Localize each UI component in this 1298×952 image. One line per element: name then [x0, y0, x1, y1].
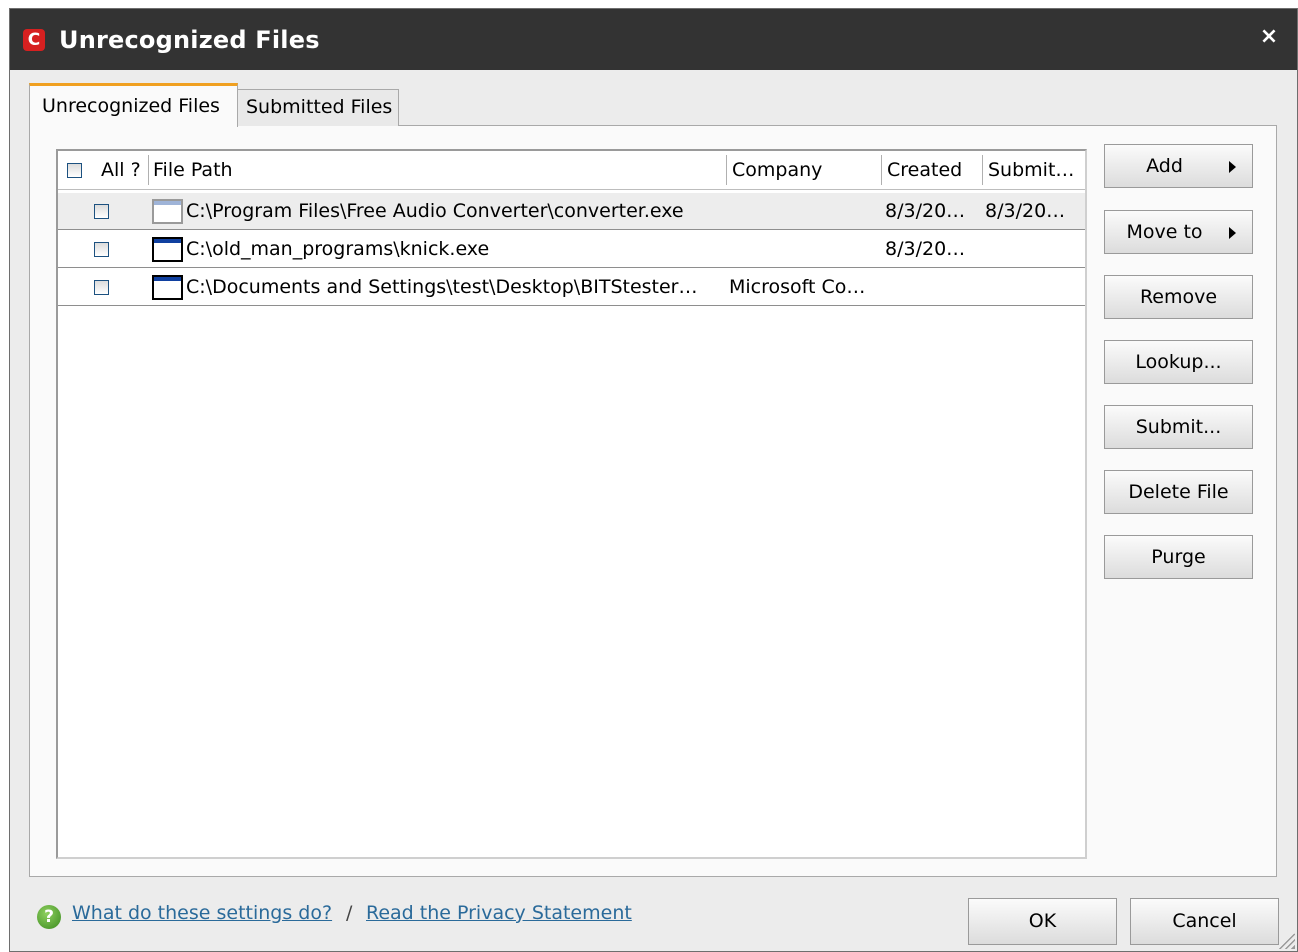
cell-submitted [985, 269, 1083, 306]
purge-button[interactable]: Purge [1104, 535, 1253, 579]
close-icon[interactable]: × [1257, 25, 1281, 49]
tab-submitted-files[interactable]: Submitted Files [236, 89, 399, 126]
row-checkbox[interactable] [94, 204, 109, 219]
table-row[interactable]: C:\Documents and Settings\test\Desktop\B… [58, 269, 1085, 306]
link-separator: / [346, 902, 353, 924]
help-icon[interactable]: ? [37, 905, 61, 929]
table-row[interactable]: C:\old_man_programs\knick.exe 8/3/20… [58, 231, 1085, 268]
application-file-icon [152, 275, 183, 300]
lookup-button[interactable]: Lookup... [1104, 340, 1253, 384]
select-all-checkbox[interactable] [67, 163, 82, 178]
window-title: Unrecognized Files [59, 26, 320, 54]
column-divider[interactable] [148, 155, 149, 185]
cancel-button[interactable]: Cancel [1130, 898, 1279, 945]
ok-button[interactable]: OK [968, 898, 1117, 945]
cell-company [729, 231, 879, 268]
header-select-all[interactable]: All ? [101, 151, 146, 189]
move-to-button[interactable]: Move to [1104, 210, 1253, 254]
tab-unrecognized-files[interactable]: Unrecognized Files [29, 83, 238, 127]
header-file-path[interactable]: File Path [153, 151, 723, 189]
add-button[interactable]: Add [1104, 144, 1253, 188]
application-file-icon [152, 199, 183, 224]
privacy-link[interactable]: Read the Privacy Statement [366, 902, 632, 924]
tab-panel: All ? File Path Company Created Submit… … [29, 125, 1277, 877]
header-company[interactable]: Company [732, 151, 877, 189]
cell-file-path: C:\old_man_programs\knick.exe [186, 238, 490, 260]
move-to-button-label: Move to [1126, 221, 1203, 243]
header-submitted[interactable]: Submit… [988, 151, 1083, 189]
unrecognized-files-dialog: C Unrecognized Files × Unrecognized File… [9, 8, 1298, 952]
list-header: All ? File Path Company Created Submit… [58, 151, 1085, 190]
cell-created [885, 269, 983, 306]
header-created[interactable]: Created [887, 151, 982, 189]
comodo-logo-icon: C [23, 29, 45, 51]
cell-file-path: C:\Program Files\Free Audio Converter\co… [186, 200, 684, 222]
cell-company: Microsoft Co… [729, 276, 866, 298]
column-divider[interactable] [726, 155, 727, 185]
row-checkbox[interactable] [94, 280, 109, 295]
add-button-label: Add [1146, 155, 1183, 177]
resize-grip-icon[interactable] [1279, 933, 1295, 949]
submenu-arrow-icon [1229, 227, 1236, 239]
row-checkbox[interactable] [94, 242, 109, 257]
cell-submitted [985, 231, 1083, 268]
submit-button[interactable]: Submit... [1104, 405, 1253, 449]
file-list[interactable]: All ? File Path Company Created Submit… … [56, 149, 1087, 859]
remove-button[interactable]: Remove [1104, 275, 1253, 319]
column-divider[interactable] [881, 155, 882, 185]
table-row[interactable]: C:\Program Files\Free Audio Converter\co… [58, 193, 1085, 230]
help-link[interactable]: What do these settings do? [72, 902, 332, 924]
cell-file-path: C:\Documents and Settings\test\Desktop\B… [186, 276, 698, 298]
cell-created: 8/3/20… [885, 238, 966, 260]
application-file-icon [152, 237, 183, 262]
cell-created: 8/3/20… [885, 200, 966, 222]
cell-company [729, 193, 879, 230]
dialog-footer: ? What do these settings do? / Read the … [10, 889, 1297, 949]
submenu-arrow-icon [1229, 161, 1236, 173]
title-bar: C Unrecognized Files × [10, 9, 1297, 70]
delete-file-button[interactable]: Delete File [1104, 470, 1253, 514]
column-divider[interactable] [982, 155, 983, 185]
cell-submitted: 8/3/20… [985, 200, 1066, 222]
